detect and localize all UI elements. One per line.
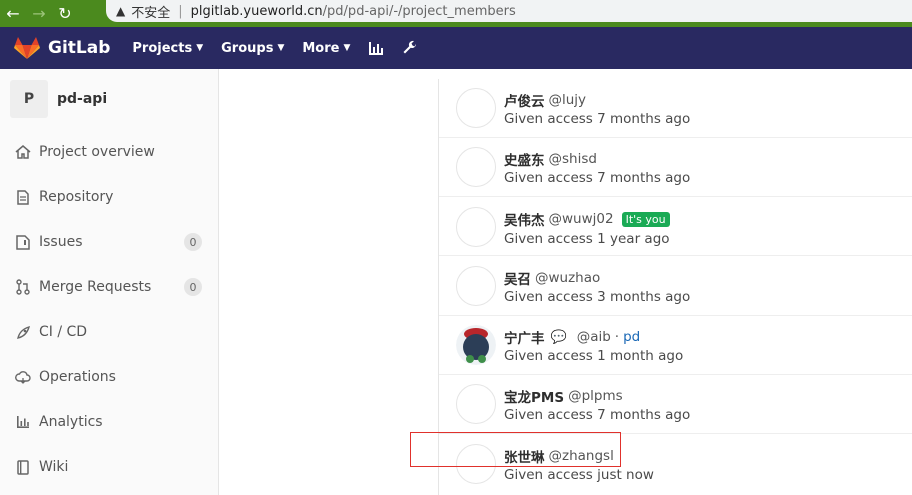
member-access: Given access 1 year ago — [504, 231, 670, 247]
member-name-line: 宝龙PMS @plpms — [504, 386, 623, 406]
project-name: pd-api — [57, 91, 108, 107]
nav-more[interactable]: More ▼ — [302, 41, 350, 56]
member-avatar[interactable] — [456, 325, 496, 365]
merge-requests-count-badge: 0 — [184, 278, 202, 296]
chevron-down-icon: ▼ — [277, 43, 285, 53]
nav-projects[interactable]: Projects ▼ — [132, 41, 203, 56]
issues-count-badge: 0 — [184, 233, 202, 251]
its-you-badge: It's you — [621, 211, 670, 227]
wrench-icon[interactable] — [402, 40, 418, 56]
member-name-line: 吴召 @wuzhao — [504, 268, 600, 288]
member-name[interactable]: 宝龙PMS — [504, 386, 564, 406]
member-name[interactable]: 宁广丰 — [504, 327, 545, 347]
sidebar-item-merge-requests[interactable]: Merge Requests 0 — [0, 267, 218, 307]
project-header[interactable]: P pd-api — [0, 69, 218, 129]
member-handle: @wuzhao — [535, 270, 601, 286]
member-row: 吴伟杰 @wuwj02 It's you Given access 1 year… — [439, 197, 912, 256]
member-access: Given access just now — [504, 467, 654, 483]
sidebar-item-label: Wiki — [39, 459, 69, 475]
separator-dot: · — [614, 329, 620, 345]
insecure-label: 不安全 — [131, 5, 171, 21]
gitlab-logo[interactable]: GitLab — [14, 36, 110, 60]
project-avatar: P — [10, 80, 48, 118]
member-name-line: 吴伟杰 @wuwj02 It's you — [504, 209, 670, 229]
browser-toolbar: ← → ↻ ▲ 不安全 | plgitlab.yueworld.cn/pd/pd… — [0, 0, 912, 27]
member-group-link[interactable]: pd — [623, 329, 640, 345]
member-avatar[interactable] — [456, 88, 496, 128]
sidebar-item-label: Repository — [39, 189, 114, 205]
member-handle: @lujy — [548, 92, 587, 108]
sidebar-item-wiki[interactable]: Wiki — [0, 447, 218, 487]
member-name-line: 史盛东 @shisd — [504, 149, 597, 169]
gitlab-header: GitLab Projects ▼ Groups ▼ More ▼ — [0, 27, 912, 69]
member-name[interactable]: 卢俊云 — [504, 90, 545, 110]
chart-icon — [14, 415, 32, 429]
chevron-down-icon: ▼ — [196, 43, 204, 53]
nav-groups[interactable]: Groups ▼ — [221, 41, 284, 56]
member-name[interactable]: 吴召 — [504, 268, 531, 288]
member-name-line: 宁广丰 💬 @aib · pd — [504, 327, 640, 347]
home-icon — [14, 145, 32, 159]
nav-groups-label: Groups — [221, 40, 274, 56]
reload-icon[interactable]: ↻ — [52, 0, 78, 27]
member-avatar[interactable] — [456, 207, 496, 247]
warning-icon: ▲ — [116, 4, 126, 18]
member-avatar[interactable] — [456, 384, 496, 424]
member-name[interactable]: 史盛东 — [504, 149, 545, 169]
rocket-icon — [14, 325, 32, 340]
project-sidebar: P pd-api Project overview Repository Iss… — [0, 69, 219, 495]
member-access: Given access 3 months ago — [504, 289, 691, 305]
member-row: 卢俊云 @lujy Given access 7 months ago — [439, 79, 912, 138]
member-handle: @aib — [576, 329, 611, 345]
member-handle: @shisd — [548, 151, 597, 167]
book-icon — [14, 459, 32, 475]
sidebar-item-operations[interactable]: Operations — [0, 357, 218, 397]
chart-icon[interactable] — [368, 40, 384, 56]
sidebar-item-label: Analytics — [39, 414, 103, 430]
gitlab-brand: GitLab — [48, 38, 111, 58]
sidebar-item-label: Operations — [39, 369, 116, 385]
member-avatar[interactable] — [456, 147, 496, 187]
issues-icon — [14, 234, 32, 250]
nav-more-label: More — [302, 40, 340, 56]
sidebar-item-label: Merge Requests — [39, 279, 152, 295]
back-arrow-icon[interactable]: ← — [0, 0, 26, 27]
member-row: 宝龙PMS @plpms Given access 7 months ago — [439, 375, 912, 434]
member-row: 吴召 @wuzhao Given access 3 months ago — [439, 257, 912, 316]
member-row: 史盛东 @shisd Given access 7 months ago — [439, 138, 912, 197]
sidebar-item-label: CI / CD — [39, 324, 88, 340]
gitlab-tanuki-icon — [14, 37, 40, 59]
member-handle: @plpms — [568, 388, 623, 404]
member-name-line: 卢俊云 @lujy — [504, 90, 586, 110]
member-avatar[interactable] — [456, 266, 496, 306]
chevron-down-icon: ▼ — [343, 43, 351, 53]
member-access: Given access 7 months ago — [504, 170, 691, 186]
member-access: Given access 1 month ago — [504, 348, 684, 364]
sidebar-item-issues[interactable]: Issues 0 — [0, 222, 218, 262]
merge-request-icon — [14, 279, 32, 295]
member-handle: @wuwj02 — [548, 211, 614, 227]
sidebar-item-ci-cd[interactable]: CI / CD — [0, 312, 218, 352]
sidebar-item-analytics[interactable]: Analytics — [0, 402, 218, 442]
sidebar-item-label: Issues — [39, 234, 83, 250]
file-icon — [14, 189, 32, 205]
nav-projects-label: Projects — [132, 40, 193, 56]
member-name[interactable]: 吴伟杰 — [504, 209, 545, 229]
sidebar-item-label: Project overview — [39, 144, 155, 160]
member-row: 宁广丰 💬 @aib · pd Given access 1 month ago — [439, 316, 912, 375]
forward-arrow-icon[interactable]: → — [26, 0, 52, 27]
highlight-box — [410, 432, 621, 467]
address-bar[interactable]: ▲ 不安全 | plgitlab.yueworld.cn/pd/pd-api/-… — [106, 0, 912, 22]
url-host: plgitlab.yueworld.cn — [190, 3, 323, 19]
speech-bubble-icon: 💬 — [550, 329, 567, 345]
url-separator: | — [178, 3, 183, 19]
member-access: Given access 7 months ago — [504, 407, 691, 423]
url-path: /pd/pd-api/-/project_members — [322, 3, 516, 19]
avatar-image — [456, 325, 496, 365]
cloud-icon — [14, 370, 32, 384]
member-access: Given access 7 months ago — [504, 111, 691, 127]
sidebar-item-repository[interactable]: Repository — [0, 177, 218, 217]
sidebar-item-project-overview[interactable]: Project overview — [0, 132, 218, 172]
